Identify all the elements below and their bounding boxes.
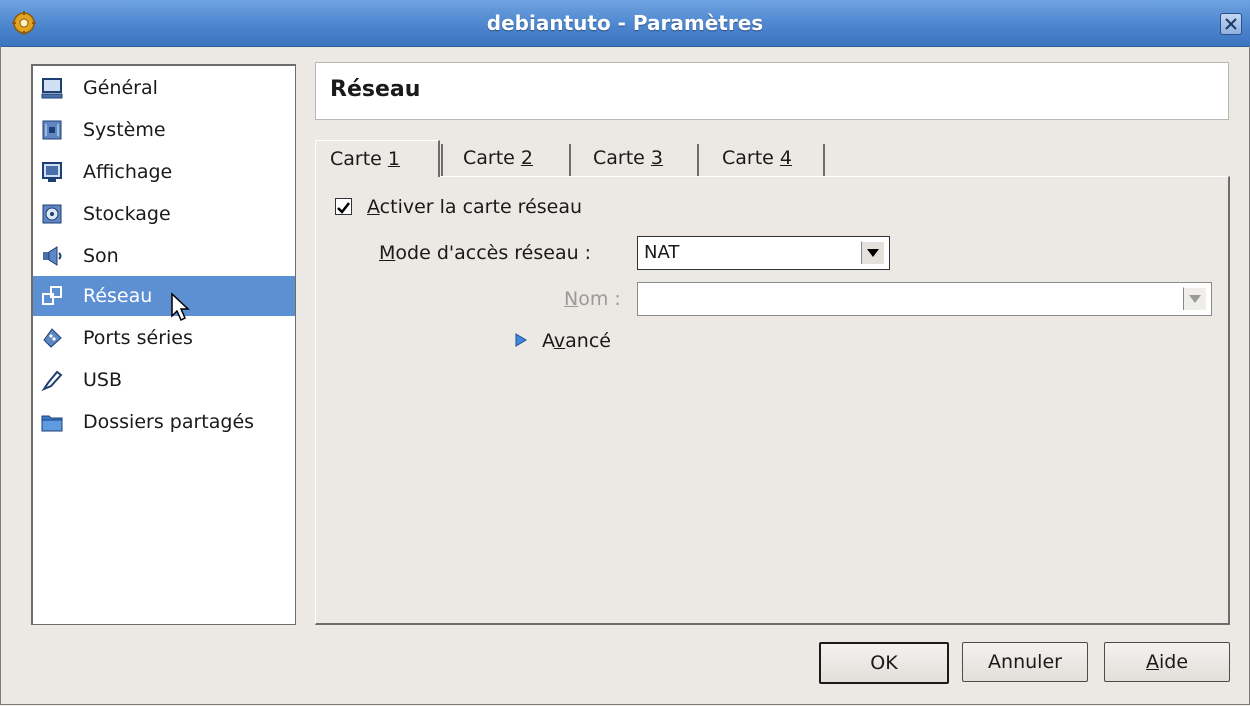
sidebar-item-serial-ports[interactable]: Ports séries [33,318,295,358]
network-icon [42,286,62,305]
name-select[interactable] [637,282,1212,316]
access-mode-select[interactable]: NAT [637,236,890,270]
sidebar-item-label: Réseau [83,285,153,307]
name-label: Nom : [564,288,621,310]
tab-label: Carte [593,147,651,169]
usb-icon [41,370,63,392]
advanced-toggle[interactable]: Avancé [542,330,611,352]
storage-icon [42,204,62,224]
tab-divider [697,144,699,176]
mnemonic: v [553,330,566,352]
button-label: Annuler [988,651,1062,673]
enable-adapter-label[interactable]: Activer la carte réseau [367,196,582,218]
sidebar-item-system[interactable]: Système [33,110,295,150]
serial-port-icon [43,328,62,348]
help-button[interactable]: Aide [1104,642,1230,682]
folder-icon [41,415,63,432]
cancel-button[interactable]: Annuler [962,642,1088,682]
label-text: A [542,330,554,352]
chevron-down-icon [1189,295,1201,303]
speaker-icon [43,246,62,266]
display-icon [42,162,62,182]
sidebar-item-display[interactable]: Affichage [33,152,295,192]
button-label: ide [1158,651,1189,673]
access-mode-label: Mode d'accès réseau : [379,242,591,264]
sidebar-item-shared-folders[interactable]: Dossiers partagés [33,402,295,442]
close-icon [1225,18,1237,30]
sidebar-item-label: Dossiers partagés [83,411,255,433]
dropdown-button[interactable] [861,241,884,264]
mnemonic: N [564,288,579,310]
tab-carte-1[interactable]: Carte 1 [315,140,440,177]
sidebar-item-network[interactable]: Réseau [33,276,295,316]
mnemonic: M [379,242,396,264]
tab-mnemonic: 1 [387,148,400,170]
sidebar-item-label: Système [83,119,166,141]
tab-divider [823,144,825,176]
sidebar-item-storage[interactable]: Stockage [33,194,295,234]
close-button[interactable] [1220,13,1242,35]
selected-value: NAT [644,242,680,263]
label-text: ancé [565,330,611,352]
sidebar-item-general[interactable]: Général [33,68,295,108]
settings-sidebar[interactable]: Général Système Affichage Stockage Son R… [31,64,296,625]
tab-label: Carte [463,147,521,169]
tab-divider [441,144,443,176]
tab-mnemonic: 4 [779,147,792,169]
sidebar-item-usb[interactable]: USB [33,360,295,400]
sidebar-item-label: Affichage [83,161,173,183]
sidebar-item-label: Général [83,77,158,99]
label-text: om : [578,288,621,310]
dropdown-button[interactable] [1183,287,1206,310]
mnemonic: A [367,196,380,218]
tab-label: Carte [330,148,388,170]
window-title: debiantuto - Paramètres [486,11,764,35]
tab-label: Carte [722,147,780,169]
section-header: Réseau [315,62,1229,120]
sidebar-item-label: Ports séries [83,327,193,349]
check-icon [337,202,350,214]
title-bar[interactable]: debiantuto - Paramètres [0,0,1250,47]
tab-mnemonic: 3 [650,147,663,169]
expand-arrow-icon[interactable] [515,333,527,347]
label-text: ode d'accès réseau : [395,242,592,264]
tab-carte-2[interactable]: Carte 2 [449,140,573,176]
sidebar-item-label: USB [83,369,123,391]
tab-carte-4[interactable]: Carte 4 [708,140,830,176]
ok-button[interactable]: OK [819,642,949,684]
sidebar-item-label: Stockage [83,203,171,225]
enable-adapter-checkbox[interactable] [335,198,352,215]
mouse-cursor-icon [171,292,190,322]
sidebar-item-label: Son [83,245,119,267]
monitor-icon [41,78,63,99]
button-label: OK [870,652,898,674]
tab-divider [569,144,571,176]
page-title: Réseau [330,77,421,102]
label-text: ctiver la carte réseau [379,196,583,218]
sidebar-item-sound[interactable]: Son [33,236,295,276]
chip-icon [42,120,62,140]
mnemonic: A [1145,651,1159,673]
tab-carte-3[interactable]: Carte 3 [579,140,701,176]
chevron-down-icon [867,249,879,257]
tab-mnemonic: 2 [520,147,533,169]
